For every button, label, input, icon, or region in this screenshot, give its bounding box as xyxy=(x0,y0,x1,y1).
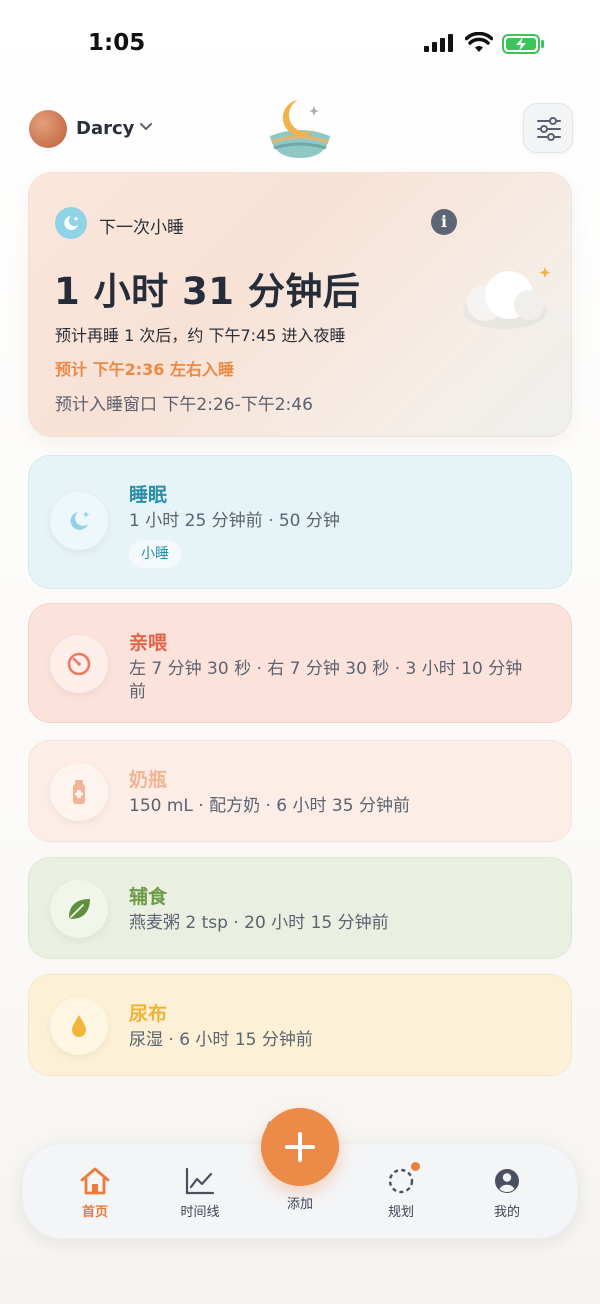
wifi-icon xyxy=(465,32,493,52)
solids-title: 辅食 xyxy=(129,886,168,908)
chevron-down-icon[interactable] xyxy=(139,122,153,132)
next-nap-label: 下一次小睡 xyxy=(99,218,184,238)
tab-timeline[interactable]: 时间线 xyxy=(160,1166,240,1220)
plan-circle-icon xyxy=(388,1168,414,1194)
home-icon xyxy=(80,1167,110,1195)
next-nap-card[interactable]: 下一次小睡 i 1 小时 31 分钟后 预计再睡 1 次后，约 下午7:45 进… xyxy=(28,172,572,437)
tab-timeline-label: 时间线 xyxy=(180,1205,220,1220)
header: Darcy xyxy=(0,96,600,166)
solids-detail: 燕麦粥 2 tsp · 20 小时 15 分钟前 xyxy=(129,913,389,933)
nap-tag: 小睡 xyxy=(129,540,181,568)
chart-icon xyxy=(185,1167,215,1195)
battery-charging-icon xyxy=(502,34,544,54)
diaper-icon-circle xyxy=(50,997,108,1055)
diaper-card[interactable]: 尿布 尿湿 · 6 小时 15 分钟前 xyxy=(28,974,572,1076)
tab-home-label: 首页 xyxy=(81,1205,108,1220)
bottle-detail: 150 mL · 配方奶 · 6 小时 35 分钟前 xyxy=(129,796,410,816)
nursing-detail: 左 7 分钟 30 秒 · 右 7 分钟 30 秒 · 3 小时 10 分钟前 xyxy=(129,659,523,702)
night-sleep-forecast: 预计再睡 1 次后，约 下午7:45 进入夜睡 xyxy=(55,326,346,345)
diaper-title: 尿布 xyxy=(129,1003,168,1025)
solids-card[interactable]: 辅食 燕麦粥 2 tsp · 20 小时 15 分钟前 xyxy=(28,857,572,959)
sliders-icon xyxy=(537,117,561,141)
sleep-card[interactable]: 睡眠 1 小时 25 分钟前 · 50 分钟 小睡 xyxy=(28,455,572,589)
tab-plan[interactable]: 规划 xyxy=(361,1162,441,1220)
moon-star-icon xyxy=(55,207,87,239)
settings-button[interactable] xyxy=(523,103,573,153)
timer-icon xyxy=(67,652,91,676)
tab-me-label: 我的 xyxy=(493,1205,520,1220)
bottle-card[interactable]: 奶瓶 150 mL · 配方奶 · 6 小时 35 分钟前 xyxy=(28,740,572,842)
plus-icon xyxy=(285,1132,315,1162)
bottle-icon-circle xyxy=(50,763,108,821)
drop-icon xyxy=(72,1015,86,1037)
sleep-window: 预计入睡窗口 下午2:26-下午2:46 xyxy=(55,395,313,415)
tab-me[interactable]: 我的 xyxy=(467,1166,547,1220)
tab-plan-label: 规划 xyxy=(387,1205,414,1220)
bottle-title: 奶瓶 xyxy=(129,769,168,791)
solids-icon-circle xyxy=(50,880,108,938)
nap-countdown: 1 小时 31 分钟后 xyxy=(54,270,361,313)
expected-sleep-time: 预计 下午2:36 左右入睡 xyxy=(55,360,234,379)
signal-icon xyxy=(424,34,453,52)
plan-notification-dot xyxy=(411,1162,420,1171)
nursing-card[interactable]: 亲喂 左 7 分钟 30 秒 · 右 7 分钟 30 秒 · 3 小时 10 分… xyxy=(28,603,572,723)
sleep-icon-circle xyxy=(50,492,108,550)
diaper-detail: 尿湿 · 6 小时 15 分钟前 xyxy=(129,1030,313,1050)
add-label: 添加 xyxy=(286,1197,313,1212)
user-icon xyxy=(495,1169,519,1193)
leaf-icon xyxy=(69,899,90,919)
cloud-illustration xyxy=(463,267,551,329)
add-button[interactable] xyxy=(261,1108,339,1186)
info-icon[interactable]: i xyxy=(431,209,457,235)
avatar[interactable] xyxy=(29,110,67,148)
moon-logo xyxy=(270,100,330,158)
nursing-icon-circle xyxy=(50,635,108,693)
nursing-title: 亲喂 xyxy=(129,632,168,654)
sleep-title: 睡眠 xyxy=(129,484,168,506)
moon-star-icon xyxy=(70,511,90,530)
user-name[interactable]: Darcy xyxy=(76,118,134,139)
status-bar: 1:05 xyxy=(0,0,600,90)
sleep-detail: 1 小时 25 分钟前 · 50 分钟 xyxy=(129,511,340,531)
bottle-icon xyxy=(73,780,85,804)
status-time: 1:05 xyxy=(88,30,146,56)
tab-home[interactable]: 首页 xyxy=(55,1166,135,1220)
